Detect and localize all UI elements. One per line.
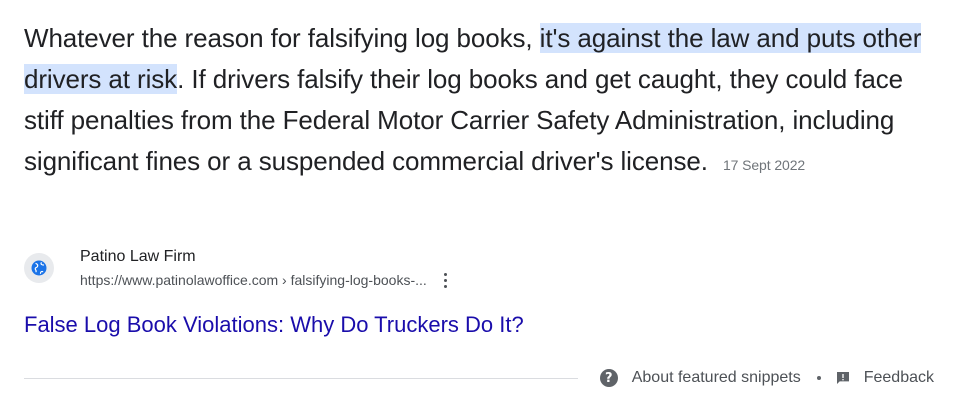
feedback-icon: [835, 370, 851, 386]
question-icon: ?: [599, 369, 618, 387]
footer-separator-dot: [816, 376, 821, 380]
feedback-label: Feedback: [863, 369, 934, 386]
source-block[interactable]: Patino Law Firm https://www.patinolawoff…: [24, 246, 451, 290]
snippet-date: 17 Sept 2022: [722, 157, 806, 173]
snippet-footer: ? About featured snippets Feedback: [24, 364, 934, 392]
source-text: Patino Law Firm https://www.patinolawoff…: [80, 246, 451, 290]
featured-snippet-text: Whatever the reason for falsifying log b…: [24, 18, 944, 186]
feedback-button[interactable]: Feedback: [835, 369, 934, 387]
source-url[interactable]: https://www.patinolawoffice.com › falsif…: [80, 270, 427, 290]
about-featured-snippets-label: About featured snippets: [631, 369, 801, 386]
source-url-row: https://www.patinolawoffice.com › falsif…: [80, 270, 451, 290]
result-title-link[interactable]: False Log Book Violations: Why Do Trucke…: [24, 309, 524, 341]
snippet-text-before: Whatever the reason for falsifying log b…: [24, 23, 540, 53]
footer-divider: [24, 377, 578, 379]
about-featured-snippets-button[interactable]: ? About featured snippets: [599, 369, 801, 387]
globe-icon: [24, 253, 54, 283]
more-options-icon[interactable]: [441, 270, 451, 290]
source-name[interactable]: Patino Law Firm: [80, 246, 451, 268]
